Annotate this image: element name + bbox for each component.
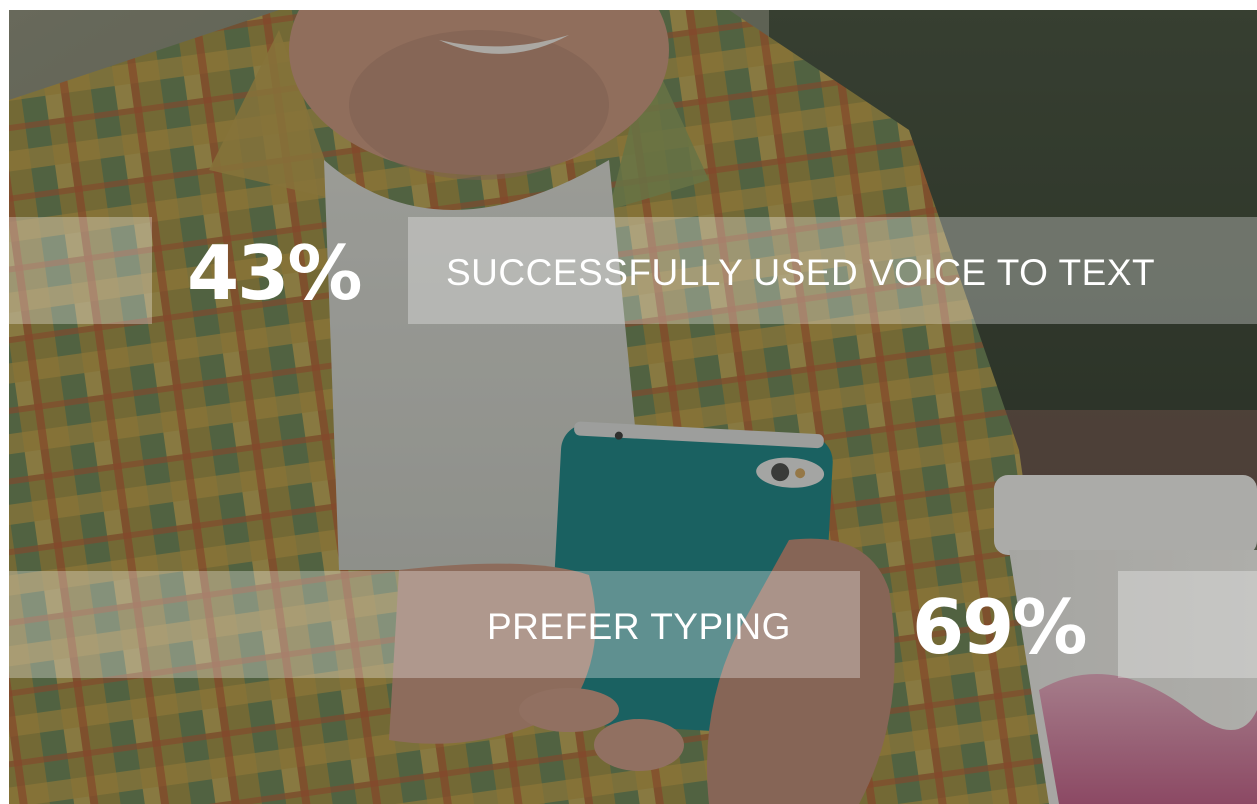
stat-2-label: PREFER TYPING [487, 606, 791, 647]
stat-1-value: 43% [187, 229, 363, 317]
stats-banner: 43% SUCCESSFULLY USED VOICE TO TEXT PREF… [9, 10, 1257, 804]
background-photo [9, 10, 1257, 804]
stat-2-value: 69% [912, 583, 1088, 671]
stat-2-right-band [1118, 571, 1257, 678]
stat-1-left-band [9, 217, 152, 324]
stat-1-label: SUCCESSFULLY USED VOICE TO TEXT [446, 252, 1156, 293]
